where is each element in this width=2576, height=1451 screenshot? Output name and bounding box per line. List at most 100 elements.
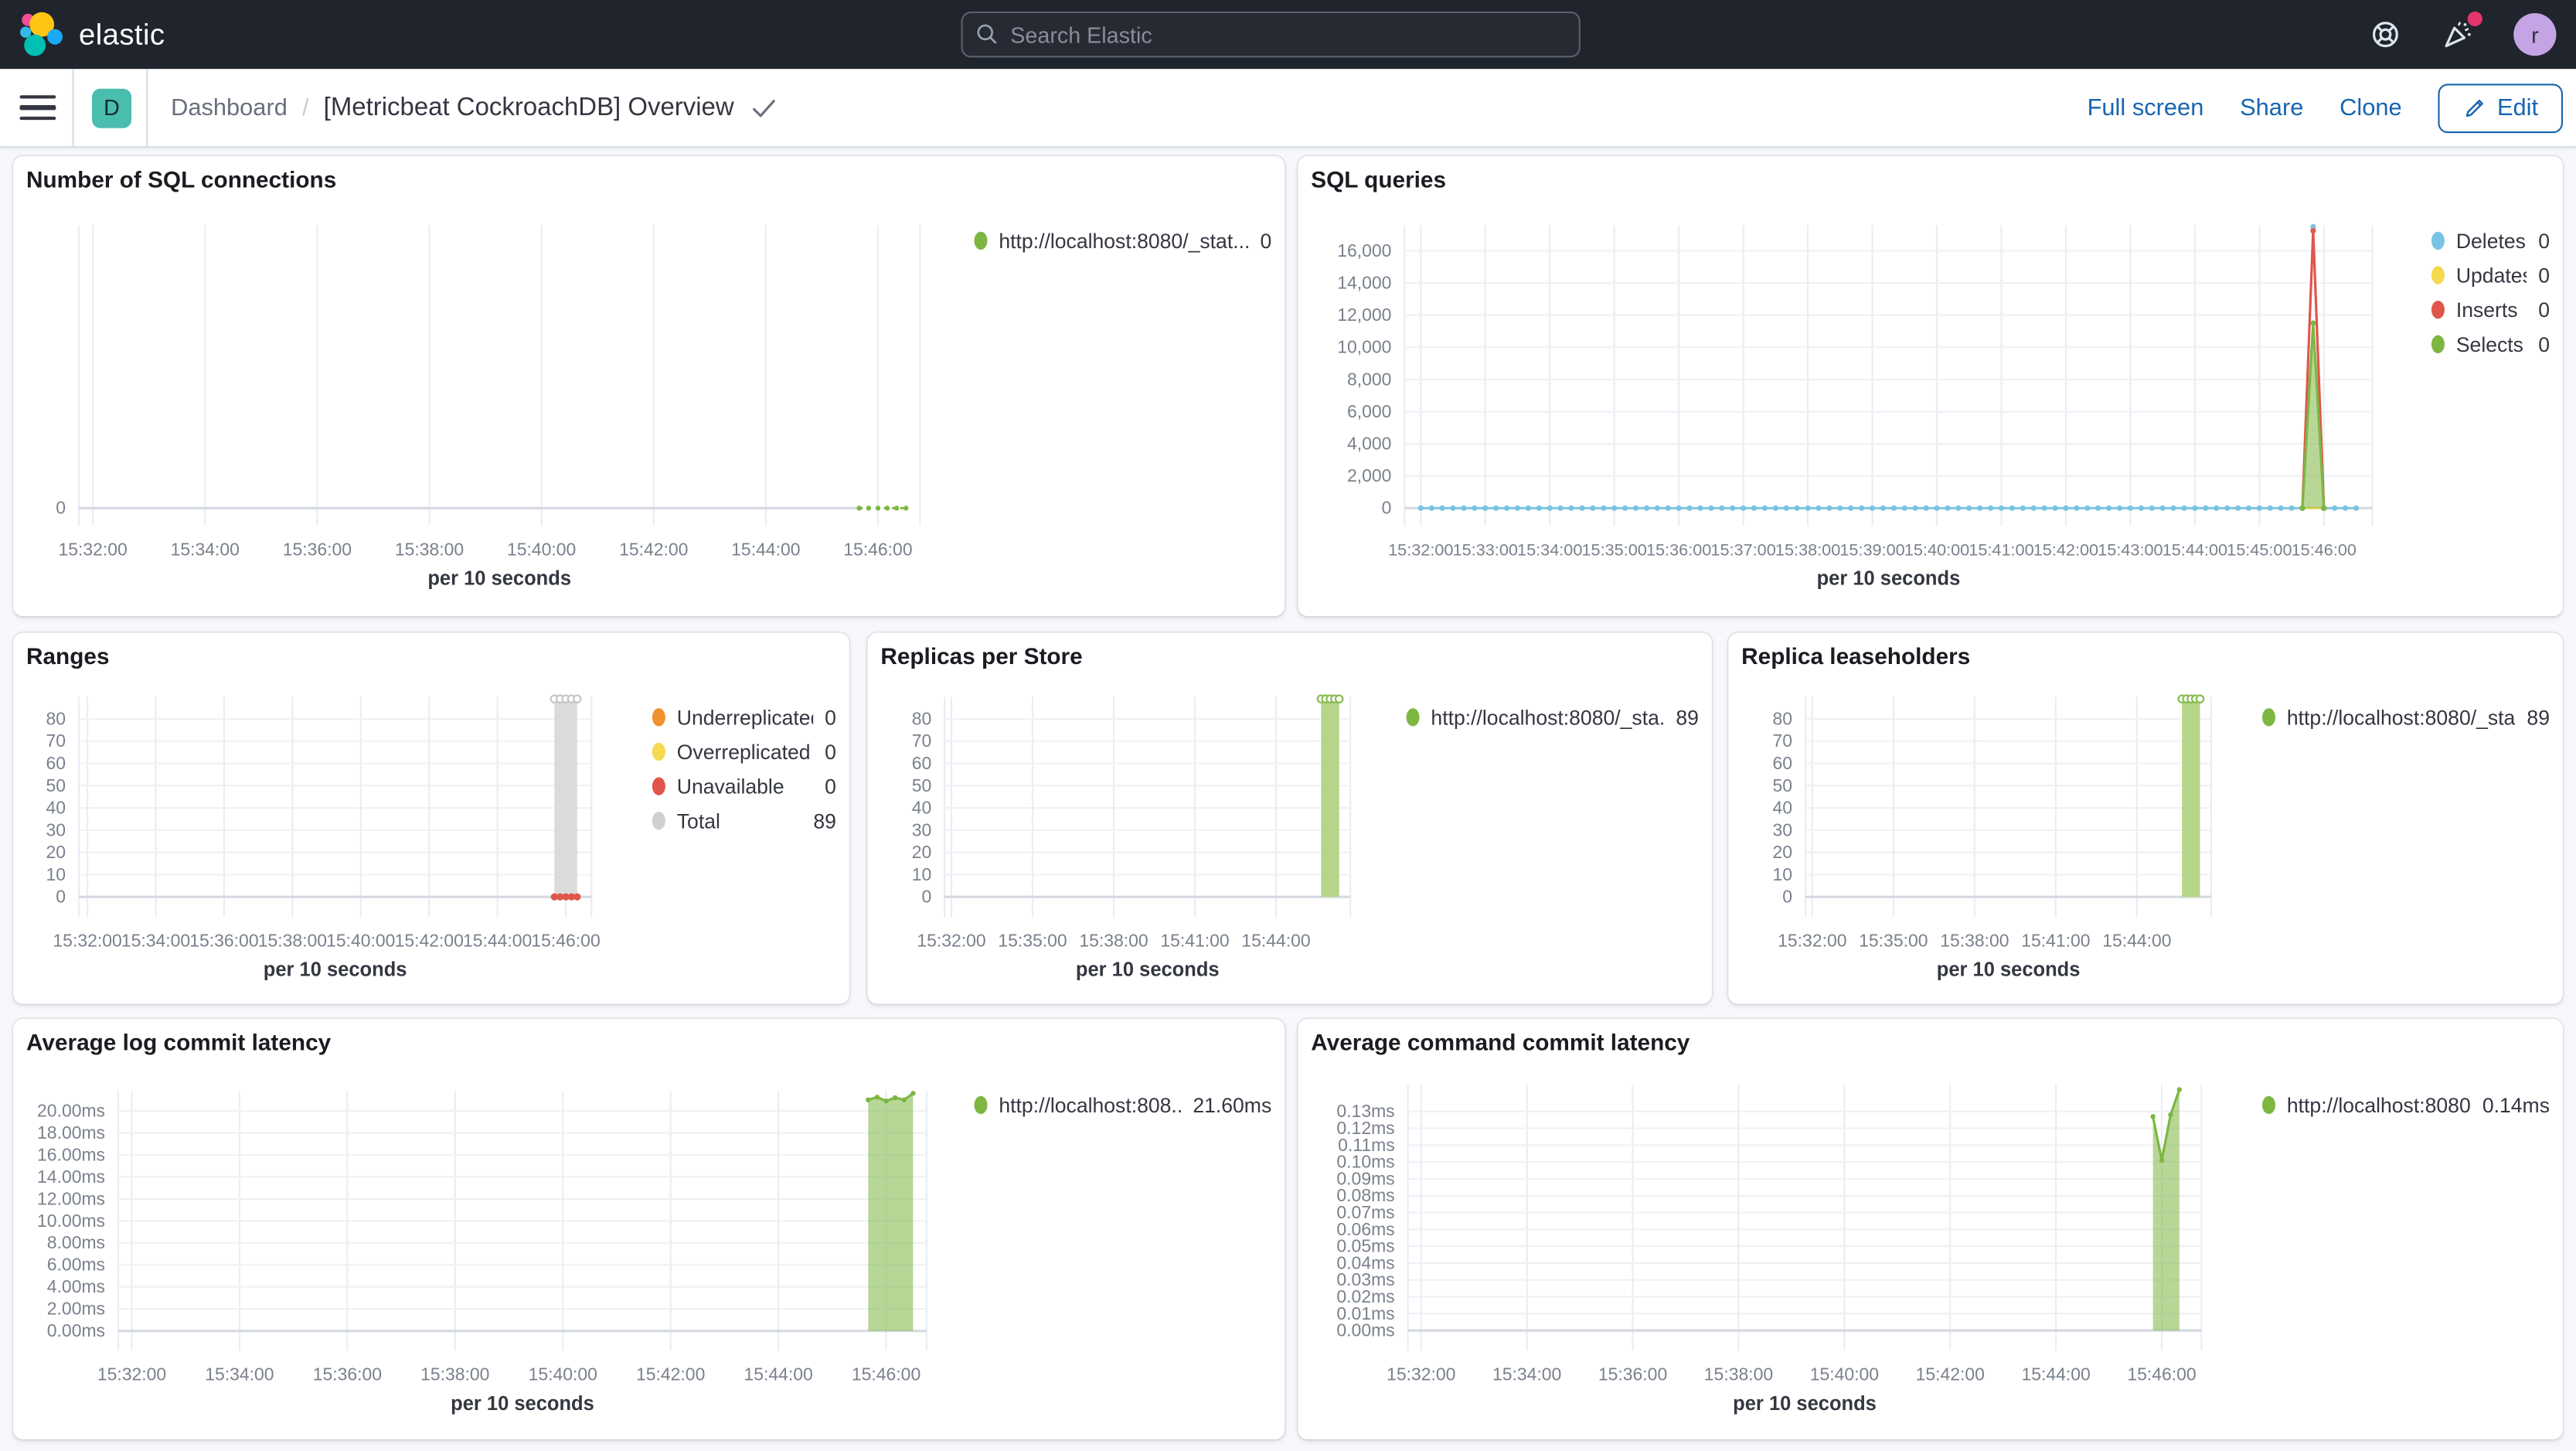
svg-text:70: 70 bbox=[1773, 731, 1793, 751]
chart-replicas-per-store[interactable]: 0 10 20 30 40 50 60 70 80 15:32:00 15:35:00 15:38:0… bbox=[867, 632, 1712, 1003]
breadcrumb-dashboard-link[interactable]: Dashboard bbox=[171, 94, 288, 121]
chart-canvas: 0 10203040 506070 80 15:32:00 15:35:00 15:38:0… bbox=[1773, 694, 2213, 981]
svg-text:15:40:00: 15:40:00 bbox=[1904, 540, 1969, 559]
svg-text:15:46:00: 15:46:00 bbox=[843, 539, 912, 559]
svg-text:10,000: 10,000 bbox=[1337, 337, 1391, 357]
chart-ranges[interactable]: 0 10 20 30 40 50 60 70 80 15:32:00 15:34:00 15:36:0… bbox=[13, 632, 849, 1003]
edit-button[interactable]: Edit bbox=[2438, 83, 2563, 133]
space-badge[interactable]: D bbox=[92, 87, 132, 128]
legend-item[interactable]: http://localhost:8080/_stat... 0 bbox=[974, 228, 1272, 253]
chart-replica-leaseholders[interactable]: 0 10 20 30 40 50 60 70 80 15:32:00 15:35:00 15:38:0… bbox=[1728, 632, 2563, 1003]
svg-text:80: 80 bbox=[912, 708, 932, 728]
legend-item[interactable]: Overreplicated 0 bbox=[652, 740, 836, 765]
chart-legend: http://localhost:8080... 0.14ms bbox=[2262, 1093, 2550, 1128]
app-header: elastic Search Elastic r bbox=[0, 0, 2576, 70]
chart-average-log-commit-latency[interactable]: 0.00ms 2.00ms 4.00ms 6.00ms 8.00ms 10.00ms 12.… bbox=[13, 1019, 1285, 1439]
series-color-dot bbox=[2431, 231, 2445, 250]
svg-text:4.00ms: 4.00ms bbox=[47, 1276, 105, 1296]
chart-canvas: 0.00ms2.00ms 4.00ms6.00ms 8.00ms10.00ms 12.… bbox=[37, 1091, 927, 1415]
chart-average-command-commit-latency[interactable]: 0.00ms 0.01ms 0.02ms 0.03ms 0.04ms 0.05ms 0.06… bbox=[1298, 1019, 2563, 1439]
svg-text:0: 0 bbox=[921, 887, 931, 907]
legend-value: 0 bbox=[1260, 229, 1272, 253]
svg-text:15:36:00: 15:36:00 bbox=[283, 539, 352, 559]
help-button[interactable] bbox=[2369, 18, 2402, 51]
chart-number-of-sql-connections[interactable]: 0 15:32:00 15:34:00 15:36:00 15:38:00 15:40:0… bbox=[13, 156, 1285, 616]
svg-text:15:41:00: 15:41:00 bbox=[2021, 930, 2090, 950]
svg-text:15:44:00: 15:44:00 bbox=[744, 1364, 812, 1385]
edit-button-label: Edit bbox=[2496, 94, 2539, 121]
legend-label: Total bbox=[676, 809, 720, 833]
series-color-dot bbox=[652, 708, 665, 727]
svg-text:0: 0 bbox=[1382, 498, 1392, 518]
svg-text:50: 50 bbox=[46, 775, 66, 795]
title-check-icon[interactable] bbox=[752, 97, 775, 118]
svg-text:per 10 seconds: per 10 seconds bbox=[1817, 568, 1961, 590]
legend-value: 0 bbox=[2538, 298, 2550, 322]
svg-text:15:46:00: 15:46:00 bbox=[531, 930, 600, 950]
legend-label: Deletes bbox=[2455, 229, 2526, 253]
legend-item[interactable]: Updates 0 bbox=[2431, 263, 2550, 288]
svg-text:50: 50 bbox=[1773, 775, 1793, 795]
legend-item[interactable]: Inserts 0 bbox=[2431, 298, 2550, 322]
legend-item[interactable]: Unavailable 0 bbox=[652, 774, 836, 799]
svg-text:per 10 seconds: per 10 seconds bbox=[264, 959, 407, 981]
clone-button[interactable]: Clone bbox=[2339, 94, 2402, 121]
svg-text:15:38:00: 15:38:00 bbox=[420, 1364, 489, 1385]
chart-legend: http://localhost:808... 21.60ms bbox=[974, 1093, 1271, 1128]
legend-item[interactable]: Total 89 bbox=[652, 809, 836, 833]
svg-text:14.00ms: 14.00ms bbox=[37, 1167, 105, 1187]
elastic-brand[interactable]: elastic bbox=[16, 10, 165, 60]
legend-item[interactable]: http://localhost:8080/_sta... 89 bbox=[1406, 705, 1699, 730]
global-search[interactable] bbox=[961, 11, 1581, 58]
svg-text:50: 50 bbox=[912, 775, 932, 795]
svg-text:per 10 seconds: per 10 seconds bbox=[451, 1393, 594, 1415]
svg-text:15:36:00: 15:36:00 bbox=[1598, 1364, 1667, 1385]
svg-text:0: 0 bbox=[56, 498, 66, 518]
svg-text:15:44:00: 15:44:00 bbox=[1241, 930, 1310, 950]
svg-text:14,000: 14,000 bbox=[1337, 273, 1391, 293]
breadcrumb: Dashboard / [Metricbeat CockroachDB] Ove… bbox=[171, 93, 775, 122]
svg-text:10: 10 bbox=[46, 864, 66, 884]
legend-value: 0 bbox=[825, 740, 836, 764]
legend-label: http://localhost:8080/_stat... bbox=[999, 229, 1249, 253]
menu-icon[interactable] bbox=[19, 94, 56, 121]
svg-text:80: 80 bbox=[46, 708, 66, 728]
legend-item[interactable]: Underreplicated 0 bbox=[652, 705, 836, 730]
newsfeed-button[interactable] bbox=[2442, 11, 2482, 51]
navigation-bar: D Dashboard / [Metricbeat CockroachDB] O… bbox=[0, 68, 2576, 148]
legend-item[interactable]: Selects 0 bbox=[2431, 332, 2550, 356]
panel-title: Ranges bbox=[26, 642, 110, 669]
svg-text:20: 20 bbox=[46, 842, 66, 862]
legend-label: Selects bbox=[2455, 332, 2523, 356]
chart-legend: Deletes 0 Updates 0 Inserts 0 Selects 0 bbox=[2431, 228, 2550, 366]
panel-replicas-per-store: Replicas per Store 0 10 20 30 40 50 60 70 80 15:3… bbox=[867, 632, 1712, 1004]
svg-text:6,000: 6,000 bbox=[1347, 401, 1391, 421]
svg-text:15:46:00: 15:46:00 bbox=[852, 1364, 920, 1385]
series-color-dot bbox=[974, 231, 988, 250]
series-color-dot bbox=[2431, 335, 2445, 354]
user-avatar[interactable]: r bbox=[2513, 13, 2557, 56]
full-screen-button[interactable]: Full screen bbox=[2088, 94, 2204, 121]
svg-text:20: 20 bbox=[912, 842, 932, 862]
panel-average-log-commit-latency: Average log commit latency 0.00ms 2.00ms 4… bbox=[13, 1018, 1285, 1440]
share-button[interactable]: Share bbox=[2240, 94, 2303, 121]
legend-item[interactable]: http://localhost:808... 21.60ms bbox=[974, 1093, 1271, 1118]
svg-text:15:36:00: 15:36:00 bbox=[1646, 540, 1711, 559]
breadcrumb-separator: / bbox=[301, 94, 309, 121]
svg-text:15:32:00: 15:32:00 bbox=[1778, 930, 1846, 950]
svg-text:16.00ms: 16.00ms bbox=[37, 1144, 105, 1164]
svg-text:per 10 seconds: per 10 seconds bbox=[1733, 1393, 1877, 1415]
series-color-dot bbox=[652, 812, 665, 830]
legend-label: Updates bbox=[2455, 264, 2527, 287]
chart-sql-queries[interactable]: 0 2,000 4,000 6,000 8,000 10,000 12,000 14,000 1… bbox=[1298, 156, 2563, 616]
search-input[interactable] bbox=[1010, 22, 1566, 47]
legend-item[interactable]: http://localhost:8080/_sta... 89 bbox=[2262, 705, 2550, 730]
svg-text:15:34:00: 15:34:00 bbox=[121, 930, 190, 950]
chart-legend: http://localhost:8080/_stat... 0 bbox=[974, 228, 1272, 263]
dashboard-grid: Number of SQL connections 0 15:32:00 15:34… bbox=[0, 148, 2576, 1451]
svg-text:15:40:00: 15:40:00 bbox=[529, 1364, 597, 1385]
legend-value: 89 bbox=[1676, 705, 1699, 729]
legend-item[interactable]: Deletes 0 bbox=[2431, 228, 2550, 253]
chart-legend: http://localhost:8080/_sta... 89 bbox=[2262, 705, 2550, 740]
legend-item[interactable]: http://localhost:8080... 0.14ms bbox=[2262, 1093, 2550, 1118]
